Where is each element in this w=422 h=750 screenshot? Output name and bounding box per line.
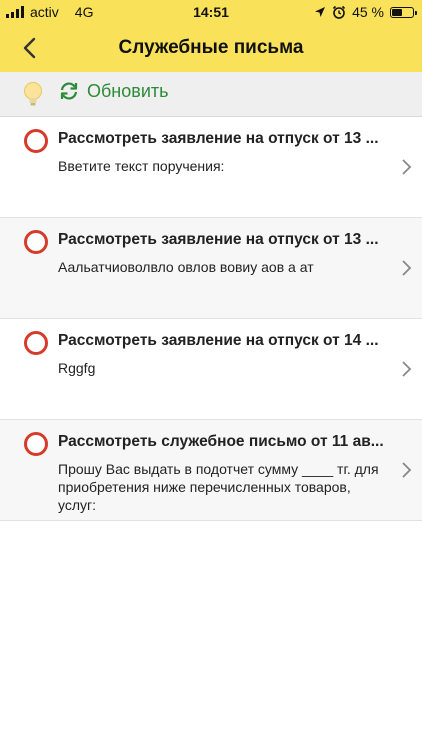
chevron-right-icon bbox=[402, 462, 412, 478]
item-subtitle: Ввeтите текст поручения: bbox=[58, 158, 225, 174]
battery-icon bbox=[390, 6, 417, 18]
header: activ 4G 14:51 45 % Служебные письма bbox=[0, 0, 422, 72]
status-circle-icon bbox=[24, 331, 48, 355]
list-item[interactable]: Рассмотреть служебное письмо от 11 ав...… bbox=[0, 420, 422, 521]
item-title: Рассмотреть служебное письмо от 11 ав... bbox=[58, 433, 384, 450]
refresh-icon bbox=[60, 82, 78, 100]
status-circle-icon bbox=[24, 432, 48, 456]
item-subtitle: Аальатчиоволвло овлов вовиу аов а ат bbox=[58, 259, 314, 275]
alarm-icon bbox=[333, 5, 346, 19]
chevron-right-icon bbox=[402, 260, 412, 276]
lightbulb-icon[interactable] bbox=[22, 81, 44, 107]
location-icon bbox=[315, 7, 326, 17]
item-title: Рассмотреть заявление на отпуск от 13 ..… bbox=[58, 130, 379, 147]
item-title: Рассмотреть заявление на отпуск от 14 ..… bbox=[58, 332, 379, 349]
item-title: Рассмотреть заявление на отпуск от 13 ..… bbox=[58, 231, 379, 248]
list-item[interactable]: Рассмотреть заявление на отпуск от 13 ..… bbox=[0, 218, 422, 319]
status-circle-icon bbox=[24, 129, 48, 153]
status-bar: activ 4G 14:51 45 % bbox=[0, 0, 422, 24]
status-circle-icon bbox=[24, 230, 48, 254]
list-item[interactable]: Рассмотреть заявление на отпуск от 13 ..… bbox=[0, 117, 422, 218]
navigation-bar: Служебные письма bbox=[0, 24, 422, 72]
toolbar: Обновить bbox=[0, 72, 422, 117]
letters-list: Рассмотреть заявление на отпуск от 13 ..… bbox=[0, 117, 422, 521]
refresh-button[interactable]: Обновить bbox=[58, 80, 169, 102]
page-title: Служебные письма bbox=[118, 37, 304, 58]
item-subtitle: Rggfg bbox=[58, 360, 96, 376]
list-item[interactable]: Рассмотреть заявление на отпуск от 14 ..… bbox=[0, 319, 422, 420]
refresh-label: Обновить bbox=[87, 80, 169, 101]
chevron-right-icon bbox=[402, 361, 412, 377]
battery-percent: 45 % bbox=[352, 4, 384, 20]
item-subtitle: Прошу Вас выдать в подотчет сумму ____ т… bbox=[58, 461, 379, 513]
chevron-right-icon bbox=[402, 159, 412, 175]
